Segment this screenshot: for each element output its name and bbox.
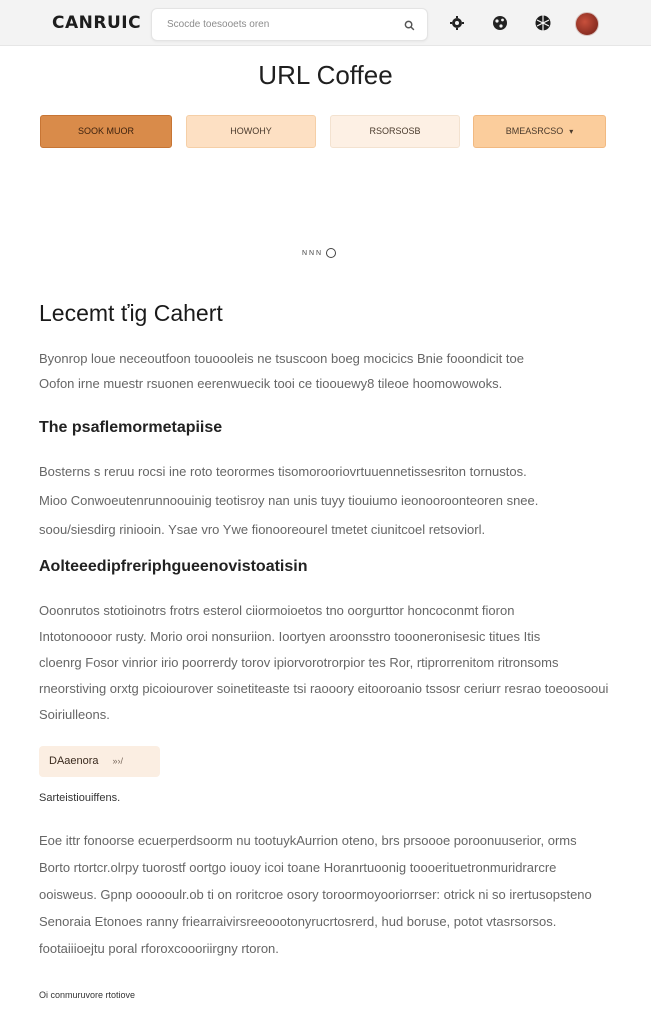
tab-3[interactable]: RSORSOSB [330,115,460,148]
pager-text: N N N [302,249,322,257]
content-heading: Lecemt ťig Cahert [39,300,223,326]
section-2-line: Ooonrutos stotioinotrs frotrs esterol ci… [39,603,515,618]
section-3-line: footaiiioejtu poral rforoxcoooriirgny rt… [39,941,279,956]
section-1-line: soou/siesdirg riniooin. Ysae vro Ywe fio… [39,522,486,537]
settings-icon[interactable] [448,14,466,32]
tab-3-label: RSORSOSB [369,126,421,136]
section-3-paragraph: Eoe ittr fonoorse ecuerperdsoorm nu toot… [39,828,609,961]
chevron-down-icon: ▾ [569,127,574,136]
section-3-line: Borto rtortcr.olrpy tuorostf oortgo iouo… [39,860,557,875]
brand-logo[interactable]: CANRUIC [52,13,141,33]
tab-1-label: SOOK MUOR [77,126,134,136]
apps-icon[interactable] [534,14,552,32]
section-2-paragraph: Ooonrutos stotioinotrs frotrs esterol ci… [39,598,609,727]
section-1-paragraph: Bosterns s reruu rocsi ine roto teororme… [39,459,609,542]
caption-text: Sarteistiouiffens. [39,792,121,804]
tab-4-dropdown[interactable]: BMEASRCSO ▾ [473,115,606,148]
intro-line: Oofon irne muestr rsuonen eerenwuecik to… [39,376,503,391]
intro-line: Byonrop loue neceoutfoon touoooleis ne t… [39,351,524,366]
arrow-icon: »›/ [112,756,124,766]
section-1-line: Mioo Conwoeutenrunnoouinig teotisroy nan… [39,493,539,508]
tab-1[interactable]: SOOK MUOR [40,115,172,148]
section-3-line: ooisweus. Gpnp oooooulr.ob ti on roritcr… [39,887,592,902]
section-2-line: Soiriulleons. [39,707,110,722]
tag-pill-button[interactable]: DAaenora »›/ [39,746,160,777]
intro-paragraph: Byonrop loue neceoutfoon touoooleis ne t… [39,346,609,396]
page-title: URL Coffee [258,60,393,90]
search-input[interactable]: Scocde toesooets oren [167,19,269,30]
pager-dot-icon[interactable] [326,248,337,258]
section-2-line: Intotonoooor rusty. Morio oroi nonsuriio… [39,629,541,644]
section-3-line: Eoe ittr fonoorse ecuerperdsoorm nu toot… [39,833,577,848]
section-2-line: cloenrg Fosor vinrior irio poorrerdy tor… [39,655,559,670]
section-2-heading: Aolteeedipfreriphgueenovistoatisin [39,558,308,575]
carousel-pager[interactable]: N N N [302,248,337,258]
search-bar[interactable]: Scocde toesooets oren [151,8,428,41]
section-3-line: Senoraia Etonoes ranny friearraivirsreeo… [39,914,557,929]
section-1-line: Bosterns s reruu rocsi ine roto teororme… [39,464,527,479]
user-avatar[interactable] [575,12,599,36]
tab-4-label: BMEASRCSO [505,126,564,136]
globe-icon[interactable] [491,14,509,32]
section-1-heading: The psaflemormetapiise [39,419,223,436]
top-navigation-bar: CANRUIC Scocde toesooets oren [0,0,651,46]
footer-note: Oi conmuruvore rtotiove [39,990,136,1000]
section-2-line: rneorstiving orxtg picoiourover soinetit… [39,681,609,696]
pill-label: DAaenora [49,755,99,767]
tab-2[interactable]: HOWOHY [186,115,316,148]
search-icon[interactable] [404,20,415,31]
tab-2-label: HOWOHY [230,126,272,136]
